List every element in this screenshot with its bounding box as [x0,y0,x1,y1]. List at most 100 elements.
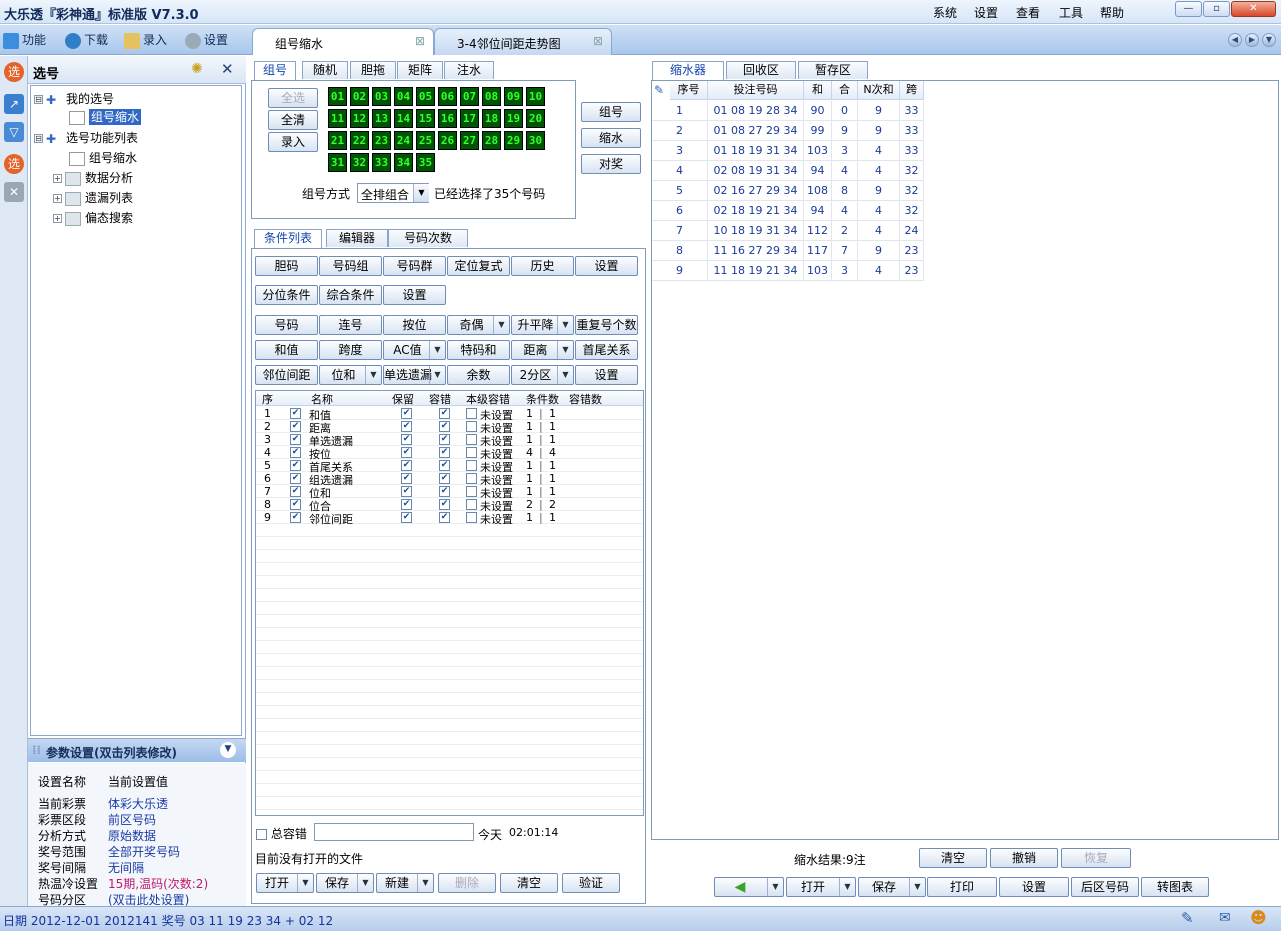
tab-shrinker[interactable]: 缩水器 [652,61,724,80]
number-ball[interactable]: 28 [482,131,501,150]
tolerance-checkbox[interactable]: ✔ [439,512,450,523]
nav-left-icon[interactable]: ◀ [1228,33,1242,47]
number-ball[interactable]: 18 [482,109,501,128]
result-row[interactable]: 4 02 08 19 31 34 94 4 4 32 [652,161,924,181]
input-button[interactable]: 录入 [268,132,318,152]
lottery-icon[interactable]: 选 [4,62,24,82]
condition-button[interactable]: 号码群 [383,256,446,276]
param-row[interactable]: 热温冷设置 15期,温码(次数:2) [28,875,246,891]
column-header[interactable]: 序号 [670,81,708,100]
column-header[interactable]: 投注号码 [708,81,804,100]
condition-button[interactable]: 重复号个数 [575,315,638,335]
number-ball[interactable]: 17 [460,109,479,128]
table-row[interactable]: 4 ✔ 按位 ✔ ✔ 未设置 4 | 4 [256,446,642,461]
level-tolerance-checkbox[interactable] [466,434,477,445]
column-header[interactable]: 合 [832,81,858,100]
tolerance-checkbox[interactable]: ✔ [439,434,450,445]
chevron-down-icon[interactable]: ▼ [357,874,373,892]
chevron-down-icon[interactable]: ▼ [557,341,573,359]
tolerance-checkbox[interactable]: ✔ [439,421,450,432]
select-icon[interactable]: 选 [4,154,24,174]
number-ball[interactable]: 14 [394,109,413,128]
condition-button[interactable]: 距离 ▼ [511,340,574,360]
checkbox[interactable]: ✔ [290,460,301,471]
result-row[interactable]: 3 01 18 19 31 34 103 3 4 33 [652,141,924,161]
tree-item-omission-list[interactable]: + 遗漏列表 [53,189,133,206]
number-ball[interactable]: 30 [526,131,545,150]
keep-checkbox[interactable]: ✔ [401,499,412,510]
tab-close-icon[interactable]: ⊠ [415,34,425,48]
toolbar-input[interactable]: 录入 [124,31,167,49]
close-button[interactable]: ✕ [1231,1,1276,17]
number-ball[interactable]: 20 [526,109,545,128]
tab-dantuo[interactable]: 胆拖 [350,61,396,79]
chevron-down-icon[interactable]: ▼ [493,316,509,334]
condition-button[interactable]: 设置 [383,285,446,305]
tab-temp[interactable]: 暂存区 [798,61,868,79]
condition-button[interactable]: 按位 [383,315,446,335]
table-row[interactable]: 5 ✔ 首尾关系 ✔ ✔ 未设置 1 | 1 [256,459,642,474]
number-ball[interactable]: 34 [394,153,413,172]
number-ball[interactable]: 09 [504,87,523,106]
number-ball[interactable]: 21 [328,131,347,150]
number-ball[interactable]: 26 [438,131,457,150]
expand-icon[interactable]: + [53,214,62,223]
tab-matrix[interactable]: 矩阵 [397,61,443,79]
tab-number-count[interactable]: 号码次数 [388,229,468,247]
edit-icon[interactable]: ✎ [1181,909,1194,927]
mail-icon[interactable]: ✉ [1219,910,1231,926]
keep-checkbox[interactable]: ✔ [401,447,412,458]
number-ball[interactable]: 32 [350,153,369,172]
tree-item-bias-search[interactable]: + 偏态搜索 [53,209,133,226]
condition-button[interactable]: 位和 ▼ [319,365,382,385]
condition-button[interactable]: 定位复式 [447,256,510,276]
suoshui-button[interactable]: 缩水 [581,128,641,148]
result-row[interactable]: 2 01 08 27 29 34 99 9 9 33 [652,121,924,141]
checkbox[interactable]: ✔ [290,447,301,458]
clear-button[interactable]: 清空 [500,873,558,893]
table-row[interactable]: 7 ✔ 位和 ✔ ✔ 未设置 1 | 1 [256,485,642,500]
chevron-down-icon[interactable]: ▼ [909,878,925,896]
number-ball[interactable]: 10 [526,87,545,106]
tab-zhushui[interactable]: 注水 [444,61,494,79]
collapse-icon[interactable]: ▼ [220,742,236,758]
filter-icon[interactable]: ▽ [4,122,24,142]
select-all-button[interactable]: 全选 [268,88,318,108]
number-ball[interactable]: 12 [350,109,369,128]
param-row[interactable]: 奖号范围 全部开奖号码 [28,843,246,859]
level-tolerance-checkbox[interactable] [466,512,477,523]
tab-close-icon[interactable]: ⊠ [593,34,603,48]
number-ball[interactable]: 01 [328,87,347,106]
user-icon[interactable]: ☻ [1250,908,1267,927]
result-settings-button[interactable]: 设置 [999,877,1069,897]
level-tolerance-checkbox[interactable] [466,486,477,497]
number-ball[interactable]: 03 [372,87,391,106]
menu-system[interactable]: 系统 [933,4,957,21]
level-tolerance-checkbox[interactable] [466,421,477,432]
chevron-down-icon[interactable]: ▼ [417,874,433,892]
minimize-button[interactable]: — [1175,1,1202,17]
nav-down-icon[interactable]: ▼ [1262,33,1276,47]
level-tolerance-checkbox[interactable] [466,499,477,510]
nav-right-icon[interactable]: ▶ [1245,33,1259,47]
collapse-icon[interactable]: ⊟ [34,95,43,104]
number-ball[interactable]: 31 [328,153,347,172]
collapse-icon[interactable]: ⊟ [34,134,43,143]
expand-icon[interactable]: + [53,174,62,183]
checkbox[interactable]: ✔ [290,512,301,523]
keep-checkbox[interactable]: ✔ [401,421,412,432]
keep-checkbox[interactable]: ✔ [401,486,412,497]
level-tolerance-checkbox[interactable] [466,447,477,458]
condition-button[interactable]: 奇偶 ▼ [447,315,510,335]
condition-button[interactable]: 胆码 [255,256,318,276]
toolbar-download[interactable]: 下载 [65,31,108,49]
condition-button[interactable]: 设置 [575,365,638,385]
tolerance-checkbox[interactable]: ✔ [439,460,450,471]
condition-button[interactable]: 连号 [319,315,382,335]
result-clear-button[interactable]: 清空 [919,848,987,868]
close-icon[interactable]: ✕ [221,60,234,78]
tab-editor[interactable]: 编辑器 [326,229,388,247]
tree-item-data-analysis[interactable]: + 数据分析 [53,169,133,186]
condition-button[interactable]: 单选遗漏 ▼ [383,365,446,385]
tolerance-checkbox[interactable]: ✔ [439,499,450,510]
